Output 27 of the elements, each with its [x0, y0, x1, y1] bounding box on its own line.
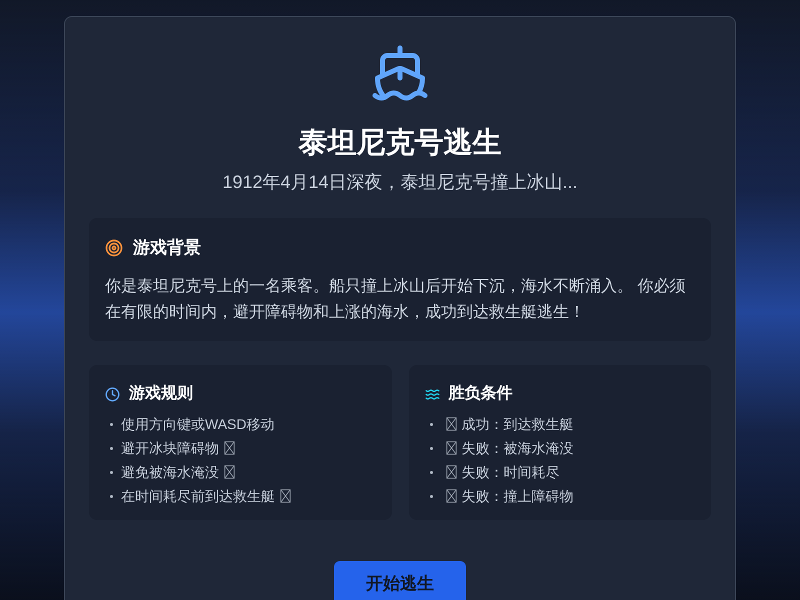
subtitle: 1912年4月14日深夜，泰坦尼克号撞上冰山... — [222, 171, 578, 194]
bullet-icon — [110, 470, 113, 474]
waves-icon — [424, 386, 440, 402]
section-heading: 胜负条件 — [448, 384, 512, 404]
bullet-icon — [430, 422, 432, 426]
list-item-text: 失败：被海水淹没 — [462, 439, 574, 458]
bullet-icon — [110, 494, 113, 498]
game-title: 泰坦尼克号逃生 — [298, 126, 502, 161]
list-item-text: 避免被海水淹没 — [121, 463, 219, 482]
clock-icon — [105, 386, 120, 402]
bullet-icon — [430, 446, 432, 450]
section-heading: 游戏背景 — [133, 237, 201, 259]
list-item-text: 失败：撞上障碍物 — [462, 487, 574, 506]
bullet-icon — [110, 422, 113, 426]
list-item-text: 在时间耗尽前到达救生艇 — [121, 487, 275, 506]
bullet-icon — [430, 470, 432, 474]
list-item-text: 失败：时间耗尽 — [462, 463, 560, 482]
ship-icon — [370, 43, 430, 103]
list-item-text: 成功：到达救生艇 — [462, 415, 574, 434]
bullet-icon — [110, 446, 113, 450]
section-heading: 游戏规则 — [129, 384, 193, 404]
story-paragraph: 你是泰坦尼克号上的一名乘客。船只撞上冰山后开始下沉，海水不断涌入。 你必须在有限的时间内，避开障碍物和上涨的海水，成功到达救生艇逃生！ — [105, 276, 686, 323]
list-item-text: 避开冰块障碍物 — [121, 439, 219, 458]
bullet-icon — [430, 494, 432, 498]
start-button[interactable]: 开始逃生 — [334, 561, 466, 600]
target-icon — [105, 239, 123, 257]
list-item-text: 使用方向键或WASD移动 — [121, 415, 274, 434]
